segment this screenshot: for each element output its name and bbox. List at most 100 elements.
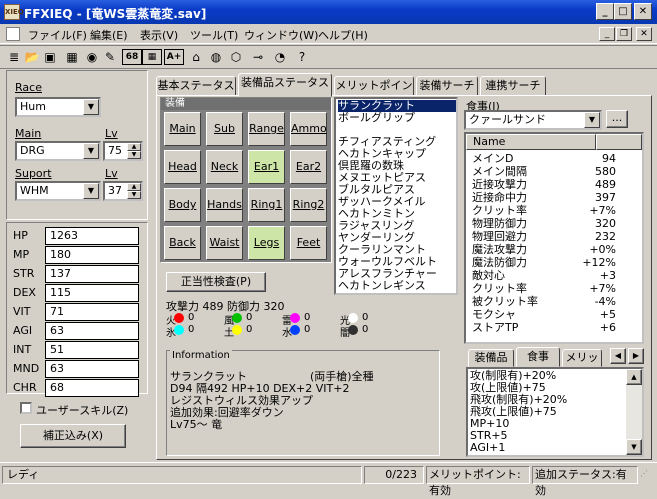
food-browse-button[interactable]: ... xyxy=(606,110,628,128)
maximize-button[interactable]: □ xyxy=(614,3,632,20)
validity-check-button[interactable]: 正当性検査(P) xyxy=(166,272,266,292)
table-row[interactable]: メイン間隔 580 xyxy=(466,165,642,178)
tab-scroll-left-button[interactable]: ◀ xyxy=(610,348,626,364)
edit-icon[interactable]: ✎ xyxy=(100,48,120,68)
table-row[interactable]: クリット率 +7% xyxy=(466,282,642,295)
spin-buttons[interactable]: ▲ ▼ xyxy=(127,183,141,199)
menu-tools[interactable]: ツール(T) xyxy=(190,27,238,43)
menu-file[interactable]: ファイル(F) xyxy=(28,27,87,43)
food-icon[interactable]: ◔ xyxy=(270,48,290,68)
minimize-button[interactable]: _ xyxy=(596,3,614,20)
a-plus-icon[interactable]: A+ xyxy=(164,49,184,65)
adjust-button[interactable]: 補正込み(X) xyxy=(20,424,126,448)
slot-head[interactable]: Head xyxy=(164,150,201,184)
table-row[interactable]: 魔法防御力 +12% xyxy=(466,256,642,269)
table-row[interactable]: 近接攻撃力 489 xyxy=(466,178,642,191)
support-job-select[interactable]: WHM ▼ xyxy=(15,181,101,201)
help-icon[interactable]: ? xyxy=(292,48,312,68)
sub-lv-value: 37 xyxy=(108,184,122,197)
home-icon[interactable]: ⌂ xyxy=(186,48,206,68)
stat-name: 近接攻撃力 xyxy=(472,178,527,191)
table-row[interactable]: 近接命中力 397 xyxy=(466,191,642,204)
spin-buttons[interactable]: ▲ ▼ xyxy=(127,143,141,159)
stat-grid-name-header[interactable]: Name xyxy=(466,134,596,150)
num68-icon[interactable]: 68 xyxy=(122,49,142,65)
table-row[interactable]: 敵対心 +3 xyxy=(466,269,642,282)
tab-merit-small[interactable]: メリッ xyxy=(562,349,602,367)
slot-label: Back xyxy=(169,236,196,249)
race-select[interactable]: Hum ▼ xyxy=(15,97,101,117)
numbox-icon[interactable]: ▦ xyxy=(142,49,162,65)
food-effects-list[interactable]: 攻(制限有)+20% 攻(上限値)+75 飛攻(制限有)+20% 飛攻(上限値)+75… xyxy=(466,367,644,457)
table-row[interactable]: 被クリット率 -4% xyxy=(466,295,642,308)
slot-body[interactable]: Body xyxy=(164,188,201,222)
table-row[interactable]: メインD 94 xyxy=(466,152,642,165)
slot-neck[interactable]: Neck xyxy=(206,150,243,184)
resize-grip[interactable]: ⋰ xyxy=(640,466,654,484)
slot-feet[interactable]: Feet xyxy=(290,226,327,260)
slot-ear1[interactable]: Ear1 xyxy=(248,150,285,184)
slot-hands[interactable]: Hands xyxy=(206,188,243,222)
slot-back[interactable]: Back xyxy=(164,226,201,260)
key-icon[interactable]: ⊸ xyxy=(248,48,268,68)
open-icon[interactable]: 📂 xyxy=(22,48,42,68)
slot-ring1[interactable]: Ring1 xyxy=(248,188,285,222)
slot-sub[interactable]: Sub xyxy=(206,112,243,146)
menu-help[interactable]: ヘルプ(H) xyxy=(318,27,368,43)
new-icon[interactable]: ≣ xyxy=(4,48,24,68)
slot-ammo[interactable]: Ammo xyxy=(290,112,327,146)
tab-equip-status[interactable]: 装備品ステータス xyxy=(238,73,332,97)
save-icon[interactable]: ▣ xyxy=(40,48,60,68)
stat-value: 51 xyxy=(45,341,139,359)
equipment-listbox[interactable]: サランクラット ボールグリップ チフィアスティング ヘカトンキャップ 倶毘羅の数珠 メヌエ… xyxy=(334,97,458,295)
slot-range[interactable]: Range xyxy=(248,112,285,146)
table-row[interactable]: 物理防御力 320 xyxy=(466,217,642,230)
list-item[interactable]: ボールグリップ xyxy=(338,112,456,124)
slot-ring2[interactable]: Ring2 xyxy=(290,188,327,222)
scroll-down-button[interactable]: ▼ xyxy=(626,439,642,455)
eraser-icon[interactable]: ◉ xyxy=(82,48,102,68)
main-lv-stepper[interactable]: 75 ▲ ▼ xyxy=(103,141,143,161)
tab-food-small[interactable]: 食事 xyxy=(516,347,560,367)
stat-grid-value-header[interactable] xyxy=(596,134,642,150)
tab-basic-status[interactable]: 基本ステータス xyxy=(156,76,236,96)
slot-main[interactable]: Main xyxy=(164,112,201,146)
scroll-up-button[interactable]: ▲ xyxy=(626,369,642,385)
stat-grid[interactable]: Name メインD 94 メイン間隔 580 近接攻撃力 489 近接命中力 397 クリット率… xyxy=(464,132,644,344)
mdi-minimize-button[interactable]: _ xyxy=(599,27,615,41)
mdi-restore-button[interactable]: ❐ xyxy=(616,27,632,41)
slot-waist[interactable]: Waist xyxy=(206,226,243,260)
table-row[interactable]: ストアTP +6 xyxy=(466,321,642,334)
tab-merit-points[interactable]: メリットポイント xyxy=(334,76,414,110)
main-job-select[interactable]: DRG ▼ xyxy=(15,141,101,161)
book-icon[interactable]: ▦ xyxy=(62,48,82,68)
slot-legs[interactable]: Legs xyxy=(248,226,285,260)
table-row[interactable]: モクシャ +5 xyxy=(466,308,642,321)
palette-icon[interactable]: ◍ xyxy=(206,48,226,68)
menu-edit[interactable]: 編集(E) xyxy=(90,27,128,43)
list-item[interactable]: ヘカトンレギンス xyxy=(338,280,456,292)
tab-scroll-right-button[interactable]: ▶ xyxy=(628,348,644,364)
sub-lv-stepper[interactable]: 37 ▲ ▼ xyxy=(103,181,143,201)
tab-chain-search[interactable]: 連携サーチ xyxy=(480,76,546,96)
table-row[interactable]: 物理回避力 232 xyxy=(466,230,642,243)
tab-equip-small[interactable]: 装備品 xyxy=(468,349,514,367)
stat-number: +7% xyxy=(589,204,616,217)
hexagon-icon[interactable]: ⬡ xyxy=(226,48,246,68)
user-skill-checkbox[interactable] xyxy=(20,402,32,414)
tab-equip-search[interactable]: 装備サーチ xyxy=(416,76,478,96)
menu-window[interactable]: ウィンドウ(W) xyxy=(244,27,318,43)
stat-label: MP xyxy=(13,248,30,261)
table-row[interactable]: クリット率 +7% xyxy=(466,204,642,217)
slot-label: Waist xyxy=(209,236,240,249)
table-row[interactable]: 魔法攻撃力 +0% xyxy=(466,243,642,256)
food-select[interactable]: クァールサンド ▼ xyxy=(464,110,602,130)
menu-view[interactable]: 表示(V) xyxy=(140,27,178,43)
element-value: 0 xyxy=(188,324,195,335)
stat-label: VIT xyxy=(13,305,31,318)
slot-label: Feet xyxy=(296,236,321,249)
scrollbar[interactable]: ▲ ▼ xyxy=(626,369,642,455)
slot-ear2[interactable]: Ear2 xyxy=(290,150,327,184)
close-button[interactable]: ✕ xyxy=(634,3,652,20)
mdi-close-button[interactable]: ✕ xyxy=(636,27,652,41)
